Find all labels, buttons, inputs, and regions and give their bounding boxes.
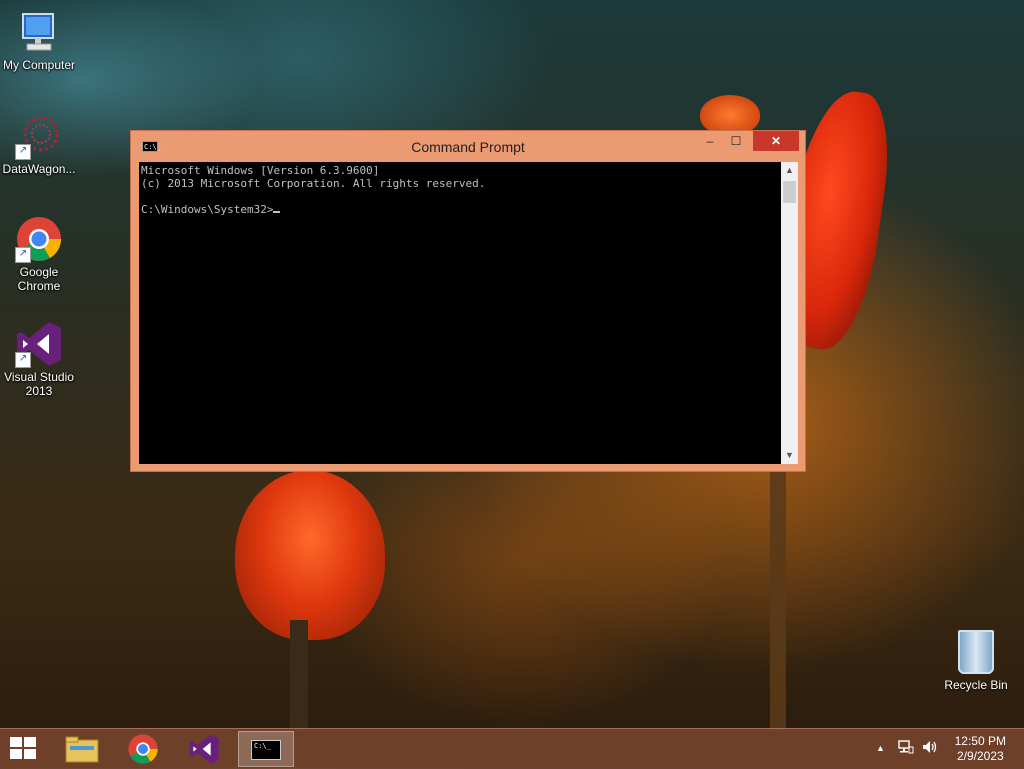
title-bar[interactable]: C:\_ Command Prompt – ☐ ✕ (131, 131, 805, 163)
desktop-icon-label: Google Chrome (17, 265, 61, 293)
taskbar-file-explorer[interactable] (54, 731, 110, 767)
cmd-icon: C:\_ (251, 740, 281, 760)
console-prompt: C:\Windows\System32> (141, 203, 274, 216)
clock-date: 2/9/2023 (956, 749, 1004, 763)
desktop-icon-google-chrome[interactable]: ↗ Google Chrome (0, 215, 78, 293)
show-hidden-icons-button[interactable]: ▲ (876, 743, 885, 753)
command-prompt-window[interactable]: C:\_ Command Prompt – ☐ ✕ Microsoft Wind… (130, 130, 806, 472)
start-button[interactable] (10, 737, 38, 761)
desktop-icon-datawagon[interactable]: ↗ DataWagon... (0, 112, 78, 176)
datawagon-icon: ↗ (15, 112, 63, 160)
shortcut-arrow-icon: ↗ (15, 247, 31, 263)
wallpaper-tulip (700, 95, 760, 135)
shortcut-arrow-icon: ↗ (15, 352, 31, 368)
console-line: (c) 2013 Microsoft Corporation. All righ… (141, 177, 486, 190)
chrome-icon: ↗ (15, 215, 63, 263)
start-icon (10, 749, 22, 759)
wallpaper-stem (290, 620, 308, 730)
start-icon (10, 737, 22, 747)
visual-studio-icon: ↗ (15, 320, 63, 368)
scroll-thumb[interactable] (783, 181, 796, 203)
clock-time: 12:50 PM (954, 734, 1006, 748)
prompt-line: C:\Windows\System32> (141, 203, 779, 216)
computer-icon (15, 8, 63, 56)
desktop-icon-my-computer[interactable]: My Computer (0, 8, 78, 72)
maximize-button[interactable]: ☐ (723, 131, 749, 151)
minimize-button[interactable]: – (697, 131, 723, 151)
taskbar-visual-studio[interactable] (176, 731, 232, 767)
taskbar-chrome[interactable] (115, 731, 171, 767)
taskbar-command-prompt[interactable]: C:\_ (238, 731, 294, 767)
desktop-icon-recycle-bin[interactable]: Recycle Bin (940, 630, 1012, 692)
start-icon (24, 737, 36, 747)
desktop-icon-visual-studio[interactable]: ↗ Visual Studio 2013 (0, 320, 78, 398)
system-clock[interactable]: 12:50 PM 2/9/2023 (955, 734, 1006, 764)
desktop-icon-label: Recycle Bin (944, 678, 1008, 692)
console-output[interactable]: Microsoft Windows [Version 6.3.9600] (c) … (139, 162, 781, 464)
close-button[interactable]: ✕ (753, 131, 799, 151)
taskbar: C:\_ ▲ 12:50 PM 2/9/2023 (0, 728, 1024, 769)
visual-studio-icon (189, 734, 219, 764)
recycle-bin-icon (958, 630, 994, 674)
wallpaper-tulip (235, 470, 385, 640)
network-icon[interactable] (898, 739, 914, 758)
vertical-scrollbar[interactable]: ▲ ▼ (781, 162, 798, 464)
scroll-down-button[interactable]: ▼ (781, 447, 798, 464)
desktop-icon-label: DataWagon... (2, 162, 76, 176)
desktop-icon-label: My Computer (2, 58, 76, 72)
wallpaper-stem (770, 470, 786, 730)
folder-icon (65, 736, 99, 763)
console-line: Microsoft Windows [Version 6.3.9600] (141, 164, 380, 177)
start-icon (24, 749, 36, 759)
volume-icon[interactable] (921, 739, 939, 758)
text-cursor (273, 211, 281, 213)
desktop-icon-label: Visual Studio 2013 (4, 370, 74, 398)
shortcut-arrow-icon: ↗ (15, 144, 31, 160)
chrome-icon (128, 734, 158, 764)
scroll-up-button[interactable]: ▲ (781, 162, 798, 179)
